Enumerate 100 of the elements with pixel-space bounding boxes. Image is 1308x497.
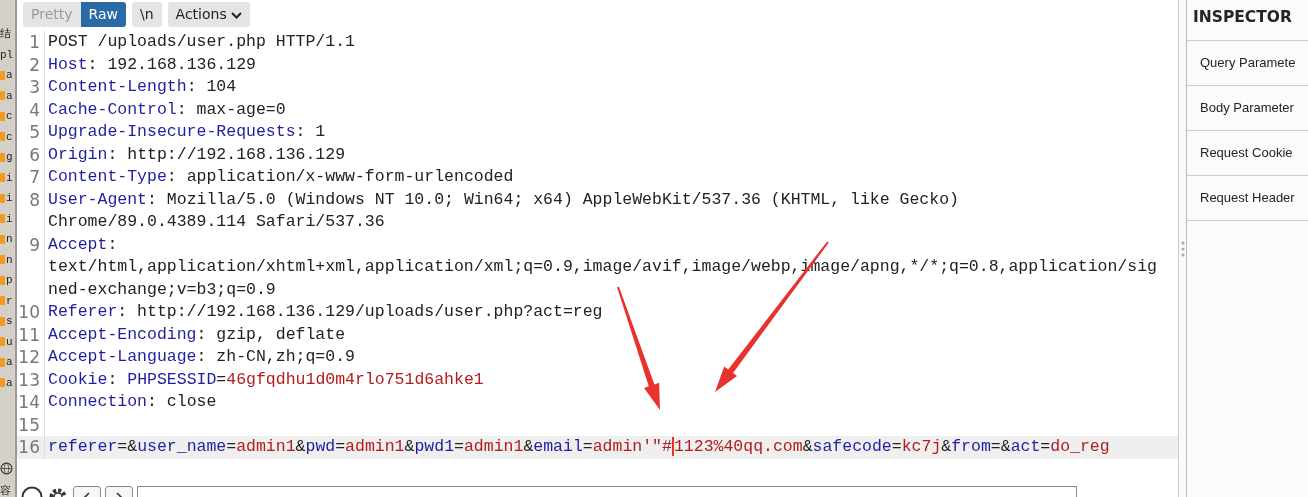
code-text: = [891, 437, 902, 456]
line-number: 9 [17, 233, 45, 301]
code-text: =& [990, 437, 1011, 456]
line-number: 2 [17, 53, 45, 76]
code-text: : Mozilla/5.0 (Windows NT 10.0; Win64; x64) AppleWebKit/537.36 (KHTML, like Gecko) [147, 189, 959, 209]
view-tab[interactable]: Raw [80, 2, 126, 27]
file-name[interactable]: i [6, 169, 13, 186]
tree-label: 容 [0, 484, 11, 497]
tree-label: 结 [0, 27, 11, 42]
header-name: Cache-Control [48, 99, 177, 119]
code-text: = [454, 437, 464, 456]
code-text: : zh-CN,zh;q=0.9 [196, 347, 355, 366]
code-text: POST /uploads/user.php HTTP/1.1 [48, 32, 355, 51]
line-number: 13 [17, 368, 45, 391]
param-value: admin'"# [592, 437, 672, 456]
chevron-down-icon [231, 11, 243, 19]
line-number: 7 [17, 166, 45, 189]
code-text: : http://192.168.136.129 [107, 144, 346, 164]
param-value: admin1 [345, 437, 405, 456]
code-text: & [523, 437, 534, 456]
tree-label: pl [0, 47, 14, 63]
code-text: = [1040, 437, 1051, 456]
inspector-title: INSPECTOR [1187, 0, 1308, 41]
line-number: 16 [17, 436, 45, 459]
line-number: 11 [17, 323, 45, 346]
file-name[interactable]: a [6, 354, 13, 371]
param-name: PHPSESSID [127, 369, 217, 389]
param-name: pwd1 [414, 437, 455, 456]
code-text: : 1 [295, 122, 326, 141]
param-value: admin1 [236, 437, 296, 456]
code-text: : 192.168.136.129 [87, 54, 256, 74]
inspector-section[interactable]: Request Cookie [1200, 143, 1293, 163]
file-name[interactable]: u [6, 333, 13, 350]
line-number: 10 [17, 301, 45, 324]
actions-button[interactable]: Actions [167, 2, 251, 27]
param-value: 1123%40qq.com [673, 437, 803, 456]
line-number: 4 [17, 98, 45, 121]
header-name: Accept-Language [48, 347, 197, 366]
param-name: referer [48, 437, 118, 456]
line-number: 5 [17, 121, 45, 144]
line-number: 6 [17, 143, 45, 166]
header-name: Content-Length [48, 77, 187, 96]
header-name: Accept [48, 234, 108, 254]
file-name[interactable]: r [6, 292, 13, 309]
code-text: & [941, 437, 952, 456]
param-value: kc7j [901, 437, 942, 456]
code-text: ned-exchange;v=b3;q=0.9 [48, 279, 276, 299]
file-icon [0, 70, 5, 80]
splitter-handle-icon[interactable] [1180, 240, 1185, 257]
file-name[interactable]: i [6, 190, 13, 207]
code-text: : 104 [186, 77, 237, 96]
line-number: 8 [17, 188, 45, 234]
param-name: from [951, 437, 991, 456]
code-text: : [107, 234, 118, 254]
newline-button[interactable]: \n [132, 2, 162, 27]
file-icon [0, 378, 5, 388]
file-name[interactable]: c [6, 128, 13, 145]
header-name: Upgrade-Insecure-Requests [48, 122, 296, 141]
param-name: act [1010, 437, 1041, 456]
param-name: email [533, 437, 583, 456]
header-name: User-Agent [48, 189, 148, 209]
param-name: pwd [305, 437, 336, 456]
file-name[interactable]: n [6, 231, 13, 248]
code-text: Chrome/89.0.4389.114 Safari/537.36 [48, 212, 385, 231]
code-text: : max-age=0 [176, 99, 286, 119]
code-text: : application/x-www-form-urlencoded [166, 167, 514, 186]
file-name[interactable]: s [6, 313, 13, 330]
inspector-section[interactable]: Body Parameter [1200, 98, 1294, 118]
header-name: Content-Type [48, 167, 167, 186]
header-name: Accept-Encoding [48, 324, 197, 344]
file-name[interactable]: a [6, 87, 13, 104]
code-text: = [226, 437, 237, 456]
code-text: = [335, 437, 346, 456]
code-text: : close [147, 392, 217, 411]
param-value: do_reg [1050, 437, 1110, 456]
line-number: 1 [17, 31, 45, 54]
file-name[interactable]: c [6, 108, 13, 125]
inspector-section[interactable]: Request Header [1200, 188, 1295, 208]
file-name[interactable]: p [6, 272, 13, 289]
header-name: Connection [48, 392, 148, 411]
header-name: Referer [48, 302, 118, 321]
globe-icon[interactable] [0, 461, 13, 475]
code-text: = [216, 369, 227, 389]
code-text: & [802, 437, 813, 456]
file-name[interactable]: g [6, 149, 13, 166]
file-name[interactable]: a [6, 67, 13, 84]
file-name[interactable]: i [6, 210, 13, 227]
code-text: = [582, 437, 593, 456]
inspector-section[interactable]: Query Paramete [1200, 53, 1296, 73]
header-name: Host [48, 54, 88, 74]
code-text: : http://192.168.136.129/uploads/user.php?act=reg [117, 302, 603, 321]
line-number: 14 [17, 391, 45, 414]
file-name[interactable]: n [6, 251, 13, 268]
code-text: & [404, 437, 415, 456]
param-value: 46gfqdhu1d0m4rlo751d6ahke1 [226, 369, 484, 389]
param-name: safecode [812, 437, 892, 456]
param-value: admin1 [463, 437, 524, 456]
file-name[interactable]: a [6, 374, 13, 391]
code-text: & [295, 437, 306, 456]
header-name: Origin [48, 144, 108, 164]
